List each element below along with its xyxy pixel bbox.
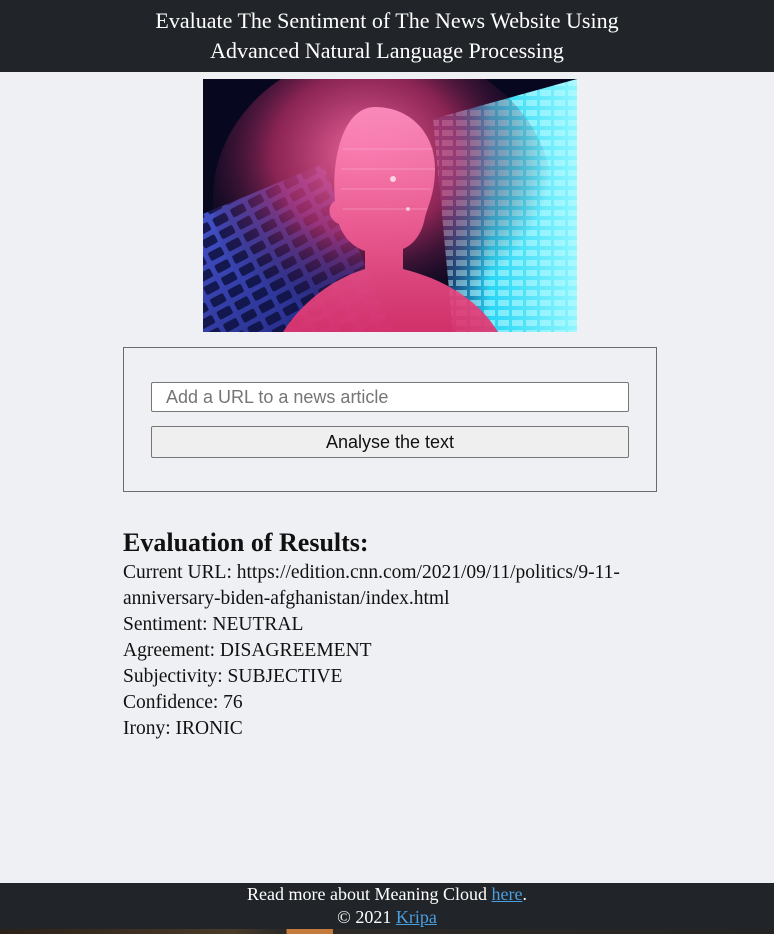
page-title-line-2: Advanced Natural Language Processing xyxy=(210,38,564,63)
result-url: Current URL: https://edition.cnn.com/202… xyxy=(123,562,620,609)
results-section: Evaluation of Results: Current URL: http… xyxy=(123,526,663,742)
author-link[interactable]: Kripa xyxy=(396,907,437,927)
footer-read-more-text: Read more about Meaning Cloud xyxy=(247,884,492,904)
url-input[interactable] xyxy=(151,382,629,412)
results-heading: Evaluation of Results: xyxy=(123,528,369,557)
result-subjectivity: Subjectivity: SUBJECTIVE xyxy=(123,666,343,687)
hero-image xyxy=(203,79,577,332)
footer-copyright: © 2021 Kripa xyxy=(0,906,774,929)
copyright-text: © 2021 xyxy=(337,907,396,927)
result-agreement: Agreement: DISAGREEMENT xyxy=(123,640,372,661)
analyse-button[interactable]: Analyse the text xyxy=(151,426,629,458)
result-confidence: Confidence: 76 xyxy=(123,692,243,713)
meaning-cloud-link[interactable]: here xyxy=(491,884,522,904)
url-form: Analyse the text xyxy=(123,347,657,492)
page-header: Evaluate The Sentiment of The News Websi… xyxy=(0,0,774,72)
result-sentiment: Sentiment: NEUTRAL xyxy=(123,614,304,635)
footer-read-more-period: . xyxy=(522,884,527,904)
ai-head-illustration-icon xyxy=(203,79,577,332)
footer-read-more: Read more about Meaning Cloud here. xyxy=(0,883,774,906)
page-footer: Read more about Meaning Cloud here. © 20… xyxy=(0,883,774,934)
result-irony: Irony: IRONIC xyxy=(123,718,243,739)
page-title-line-1: Evaluate The Sentiment of The News Websi… xyxy=(155,8,619,33)
taskbar-strip xyxy=(0,929,774,934)
